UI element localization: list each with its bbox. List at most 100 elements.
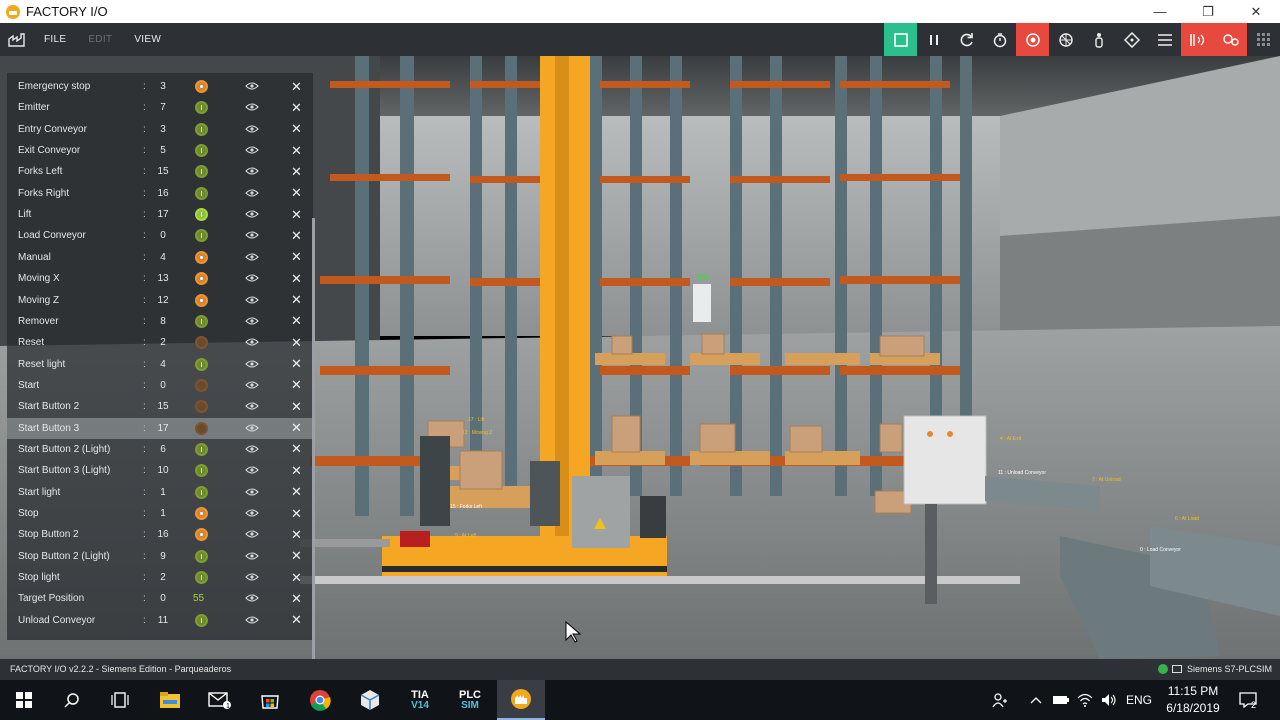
remove-tag-icon[interactable]: ✕	[291, 185, 302, 201]
factory-io-icon[interactable]	[497, 680, 545, 720]
tag-row[interactable]: Start Button 3 (Light):10 ✕	[7, 460, 313, 481]
tag-state-indicator-icon[interactable]	[195, 101, 208, 115]
tag-row[interactable]: Moving Z:12 ✕	[7, 290, 313, 311]
tag-state-indicator-icon[interactable]	[195, 571, 208, 585]
pause-icon[interactable]	[917, 23, 950, 56]
tag-row[interactable]: Stop Button 2 (Light): 9 ✕	[7, 546, 313, 567]
tia-portal-icon[interactable]: TIA V14	[396, 680, 444, 720]
mail-icon[interactable]: 1	[196, 680, 244, 720]
reset-icon[interactable]	[950, 23, 983, 56]
tag-state-indicator-icon[interactable]	[195, 186, 208, 200]
drop-icon[interactable]	[1115, 23, 1148, 56]
tag-state-indicator-icon[interactable]	[195, 442, 208, 456]
tag-row[interactable]: Stop light: 2 ✕	[7, 567, 313, 588]
eye-icon[interactable]	[245, 423, 259, 433]
tag-row[interactable]: Remover: 8 ✕	[7, 311, 313, 332]
remove-tag-icon[interactable]: ✕	[291, 313, 302, 329]
tag-row[interactable]: Emergency stop: 3 ✕	[7, 76, 313, 97]
drivers-icon[interactable]	[1181, 23, 1214, 56]
box-icon[interactable]	[346, 680, 394, 720]
factory-logo-icon[interactable]	[0, 23, 34, 56]
remove-tag-icon[interactable]: ✕	[291, 548, 302, 564]
tag-row[interactable]: Lift:17 ✕	[7, 204, 313, 225]
remove-tag-icon[interactable]: ✕	[291, 399, 302, 415]
eye-icon[interactable]	[245, 401, 259, 411]
eye-icon[interactable]	[245, 188, 259, 198]
tag-state-indicator-icon[interactable]	[195, 421, 208, 435]
timer-icon[interactable]	[983, 23, 1016, 56]
tag-row[interactable]: Start Button 2 (Light): 6 ✕	[7, 439, 313, 460]
eye-icon[interactable]	[245, 124, 259, 134]
tag-state-indicator-icon[interactable]	[195, 400, 208, 414]
task-view-icon[interactable]	[96, 680, 144, 720]
eye-icon[interactable]	[245, 508, 259, 518]
tag-row[interactable]: Target Position: 0 55 ✕	[7, 588, 313, 609]
tag-row[interactable]: Unload Conveyor:11 ✕	[7, 610, 313, 631]
eye-icon[interactable]	[245, 273, 259, 283]
tag-row[interactable]: Start: 0 ✕	[7, 375, 313, 396]
grid-icon[interactable]	[1247, 23, 1280, 56]
eye-icon[interactable]	[245, 380, 259, 390]
store-icon[interactable]	[246, 680, 294, 720]
tag-state-indicator-icon[interactable]	[195, 485, 208, 499]
tag-state-indicator-icon[interactable]	[195, 336, 208, 350]
tag-state-indicator-icon[interactable]	[195, 80, 208, 93]
remove-tag-icon[interactable]: ✕	[291, 271, 302, 287]
eye-icon[interactable]	[245, 615, 259, 625]
remove-tag-icon[interactable]: ✕	[291, 527, 302, 543]
tag-state-indicator-icon[interactable]	[195, 357, 208, 371]
fly-camera-icon[interactable]	[1049, 23, 1082, 56]
menu-view[interactable]: VIEW	[134, 34, 161, 45]
tag-state-indicator-icon[interactable]	[195, 144, 208, 158]
play-icon[interactable]	[884, 23, 917, 56]
maximize-button[interactable]: ❐	[1184, 0, 1232, 23]
remove-tag-icon[interactable]: ✕	[291, 441, 302, 457]
eye-icon[interactable]	[245, 359, 259, 369]
battery-icon[interactable]	[1050, 680, 1072, 720]
language-indicator[interactable]: ENG	[1122, 680, 1156, 720]
tag-list-icon[interactable]	[1148, 23, 1181, 56]
plcsim-icon[interactable]: PLC SIM	[446, 680, 494, 720]
remove-tag-icon[interactable]: ✕	[291, 100, 302, 116]
eye-icon[interactable]	[245, 252, 259, 262]
remove-tag-icon[interactable]: ✕	[291, 292, 302, 308]
sensors-icon[interactable]	[1214, 23, 1247, 56]
tag-state-indicator-icon[interactable]	[195, 165, 208, 179]
tag-state-indicator-icon[interactable]	[195, 528, 208, 542]
remove-tag-icon[interactable]: ✕	[291, 356, 302, 372]
remove-tag-icon[interactable]: ✕	[291, 164, 302, 180]
eye-icon[interactable]	[245, 593, 259, 603]
eye-icon[interactable]	[245, 145, 259, 155]
tag-state-indicator-icon[interactable]	[195, 208, 208, 222]
tag-row[interactable]: Load Conveyor: 0 ✕	[7, 225, 313, 246]
eye-icon[interactable]	[245, 230, 259, 240]
taskbar-clock[interactable]: 11:15 PM 6/18/2019	[1158, 683, 1228, 717]
minimize-button[interactable]: —	[1136, 0, 1184, 23]
remove-tag-icon[interactable]: ✕	[291, 570, 302, 586]
tag-state-indicator-icon[interactable]	[195, 122, 208, 136]
tag-row[interactable]: Manual: 4 ✕	[7, 247, 313, 268]
remove-tag-icon[interactable]: ✕	[291, 420, 302, 436]
eye-icon[interactable]	[245, 444, 259, 454]
menu-edit[interactable]: EDIT	[88, 34, 112, 45]
tag-row[interactable]: Stop Button 2:16 ✕	[7, 524, 313, 545]
remove-tag-icon[interactable]: ✕	[291, 335, 302, 351]
eye-icon[interactable]	[245, 465, 259, 475]
chrome-icon[interactable]	[296, 680, 344, 720]
file-explorer-icon[interactable]	[146, 680, 194, 720]
remove-tag-icon[interactable]: ✕	[291, 79, 302, 95]
people-icon[interactable]	[988, 680, 1012, 720]
remove-tag-icon[interactable]: ✕	[291, 207, 302, 223]
volume-icon[interactable]	[1098, 680, 1120, 720]
eye-icon[interactable]	[245, 529, 259, 539]
remove-tag-icon[interactable]: ✕	[291, 121, 302, 137]
remove-tag-icon[interactable]: ✕	[291, 228, 302, 244]
eye-icon[interactable]	[245, 81, 259, 91]
close-button[interactable]: ✕	[1232, 0, 1280, 23]
search-icon[interactable]	[48, 680, 96, 720]
remove-tag-icon[interactable]: ✕	[291, 377, 302, 393]
tag-row[interactable]: Start Button 2:15 ✕	[7, 396, 313, 417]
tag-row[interactable]: Forks Left:15 ✕	[7, 161, 313, 182]
notifications-icon[interactable]: 2	[1234, 680, 1262, 720]
remove-tag-icon[interactable]: ✕	[291, 484, 302, 500]
